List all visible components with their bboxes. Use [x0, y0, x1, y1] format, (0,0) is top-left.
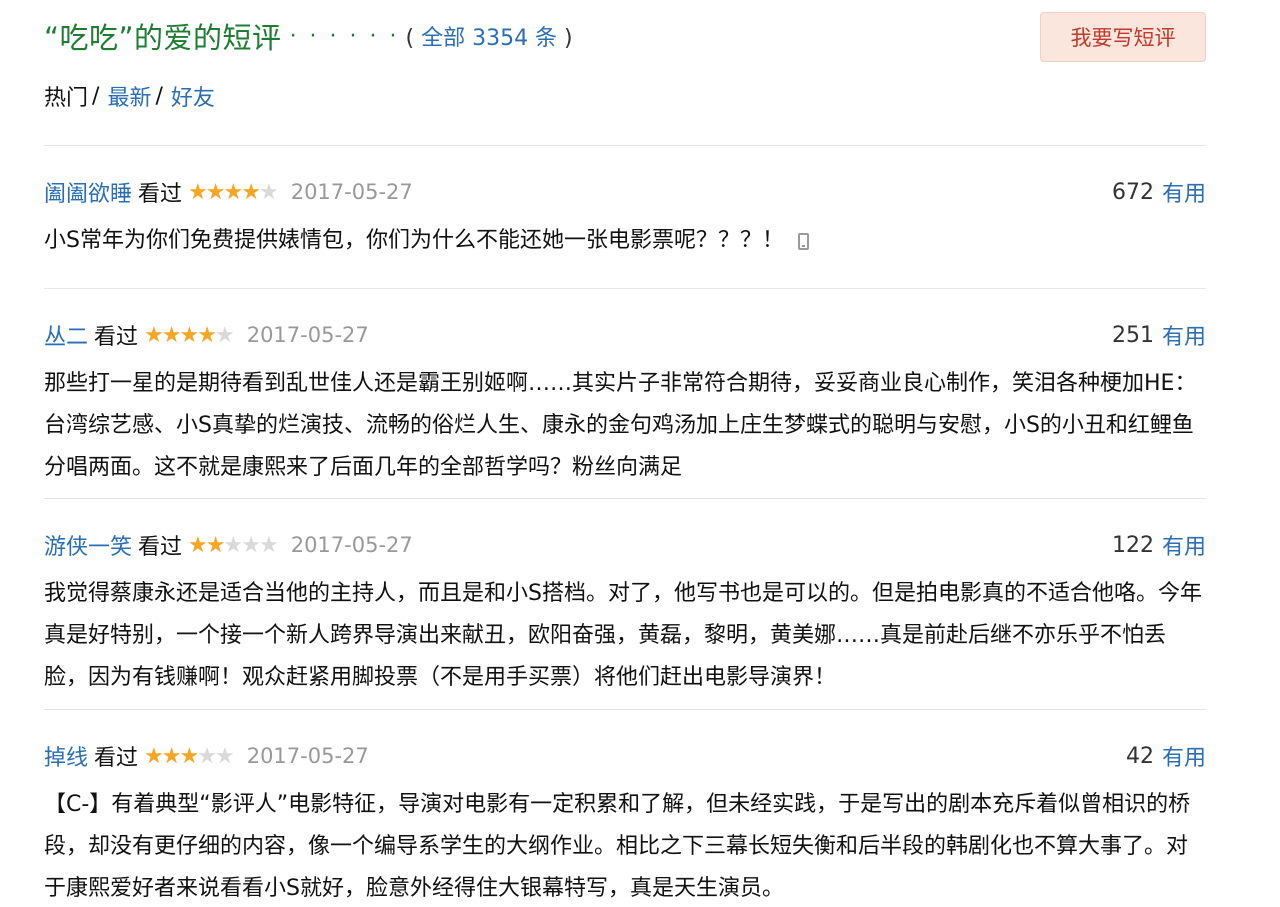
review-content: 我觉得蔡康永还是适合当他的主持人，而且是和小S搭档。对了，他写书也是可以的。但是… [44, 573, 1206, 699]
rating-stars: ★★★★★ [144, 743, 235, 769]
filter-hot: 热门 [44, 86, 89, 111]
review-date: 2017-05-27 [246, 744, 369, 768]
star-filled-icon: ★ [188, 179, 208, 205]
review-meta: 丛二 看过 ★★★★★ 2017-05-27 [44, 317, 369, 353]
short-reviews-page: “吃吃”的爱的短评 · · · · · · ( 全部 3354 条 ) 我要写短… [0, 0, 1280, 907]
vote-count: 42 [1125, 743, 1154, 769]
review-user-link[interactable]: 阖阖欲睡 [44, 176, 132, 208]
star-empty-icon: ★ [241, 532, 261, 558]
title-dots: · · · · · · [289, 23, 400, 49]
useful-button[interactable]: 有用 [1162, 319, 1206, 351]
review-votes: 251 有用 [1112, 317, 1206, 353]
rating-stars: ★★★★★ [144, 322, 235, 348]
all-reviews-link[interactable]: 全部 3354 条 [421, 26, 557, 51]
review-item: 丛二 看过 ★★★★★ 2017-05-27 251 有用 那些打一星的是期待看… [44, 288, 1206, 499]
reviews-header: “吃吃”的爱的短评 · · · · · · ( 全部 3354 条 ) 我要写短… [44, 12, 1206, 62]
page-title: “吃吃”的爱的短评 [44, 21, 282, 55]
review-meta: 游侠一笑 看过 ★★★★★ 2017-05-27 [44, 527, 413, 563]
rating-stars: ★★★★★ [188, 532, 279, 558]
star-filled-icon: ★ [205, 179, 226, 205]
review-text: 小S常年为你们免费提供婊情包，你们为什么不能还她一张电影票呢？？？！ [44, 228, 784, 253]
review-text: 【C-】有着典型“影评人”电影特征，导演对电影有一定积累和了解，但未经实践，于是… [44, 792, 1191, 901]
vote-count: 251 [1111, 322, 1154, 348]
review-votes: 42 有用 [1126, 738, 1206, 774]
review-item: 阖阖欲睡 看过 ★★★★★ 2017-05-27 672 有用 小S常年为你们免… [44, 145, 1206, 289]
filter-separator: / [155, 83, 163, 109]
vote-count: 122 [1111, 532, 1154, 558]
review-user-link[interactable]: 丛二 [44, 319, 88, 351]
filter-latest[interactable]: 最新 [107, 80, 151, 112]
review-content: 小S常年为你们免费提供婊情包，你们为什么不能还她一张电影票呢？？？！ [44, 220, 1206, 262]
review-date: 2017-05-27 [290, 180, 413, 204]
write-review-button[interactable]: 我要写短评 [1040, 12, 1206, 62]
review-content: 【C-】有着典型“影评人”电影特征，导演对电影有一定积累和了解，但未经实践，于是… [44, 784, 1206, 907]
review-content: 那些打一星的是期待看到乱世佳人还是霸王别姬啊……其实片子非常符合期待，妥妥商业良… [44, 363, 1206, 489]
vote-count: 672 [1111, 179, 1154, 205]
useful-button[interactable]: 有用 [1162, 176, 1206, 208]
review-date: 2017-05-27 [246, 323, 369, 347]
sort-filters: 热门 / 最新 / 好友 [44, 80, 215, 112]
count-close-paren: ) [557, 26, 573, 51]
review-user-link[interactable]: 游侠一笑 [44, 529, 132, 561]
review-item: 掉线 看过 ★★★★★ 2017-05-27 42 有用 【C-】有着典型“影评… [44, 709, 1206, 907]
star-empty-icon: ★ [223, 532, 244, 558]
filter-separator: / [92, 83, 100, 109]
review-text: 那些打一星的是期待看到乱世佳人还是霸王别姬啊……其实片子非常符合期待，妥妥商业良… [44, 371, 1197, 480]
filter-friends[interactable]: 好友 [171, 80, 215, 112]
star-empty-icon: ★ [214, 743, 235, 769]
star-filled-icon: ★ [197, 322, 217, 348]
review-text: 我觉得蔡康永还是适合当他的主持人，而且是和小S搭档。对了，他写书也是可以的。但是… [44, 581, 1202, 690]
star-empty-icon: ★ [258, 179, 279, 205]
star-filled-icon: ★ [241, 179, 261, 205]
star-empty-icon: ★ [258, 532, 279, 558]
useful-button[interactable]: 有用 [1162, 740, 1206, 772]
star-filled-icon: ★ [161, 322, 182, 348]
star-filled-icon: ★ [144, 743, 164, 769]
review-meta: 掉线 看过 ★★★★★ 2017-05-27 [44, 738, 369, 774]
star-filled-icon: ★ [188, 532, 208, 558]
useful-button[interactable]: 有用 [1162, 529, 1206, 561]
star-filled-icon: ★ [161, 743, 182, 769]
watch-status: 看过 [94, 325, 139, 350]
count-open-paren: ( [405, 26, 422, 51]
review-votes: 672 有用 [1112, 174, 1206, 210]
star-filled-icon: ★ [223, 179, 244, 205]
star-filled-icon: ★ [179, 322, 200, 348]
review-meta: 阖阖欲睡 看过 ★★★★★ 2017-05-27 [44, 174, 413, 210]
watch-status: 看过 [138, 182, 183, 207]
star-empty-icon: ★ [214, 322, 235, 348]
phone-icon [797, 233, 809, 250]
star-filled-icon: ★ [179, 743, 200, 769]
review-user-link[interactable]: 掉线 [44, 740, 88, 772]
review-votes: 122 有用 [1112, 527, 1206, 563]
watch-status: 看过 [94, 746, 139, 771]
star-filled-icon: ★ [205, 532, 226, 558]
rating-stars: ★★★★★ [188, 179, 279, 205]
star-filled-icon: ★ [144, 322, 164, 348]
star-empty-icon: ★ [197, 743, 217, 769]
watch-status: 看过 [138, 535, 183, 560]
review-item: 游侠一笑 看过 ★★★★★ 2017-05-27 122 有用 我觉得蔡康永还是… [44, 498, 1206, 710]
review-date: 2017-05-27 [290, 533, 413, 557]
review-count: ( 全部 3354 条 ) [406, 20, 573, 52]
